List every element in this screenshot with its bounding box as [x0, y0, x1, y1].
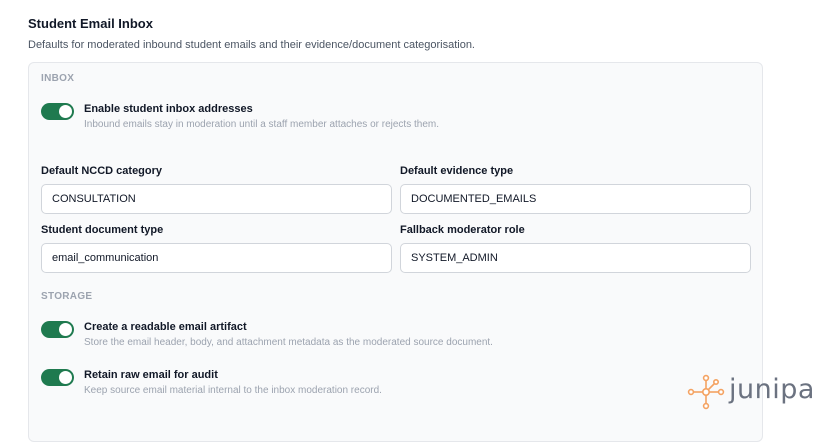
email-artifact-toggle[interactable]	[41, 321, 74, 338]
evidence-type-label: Default evidence type	[400, 165, 514, 177]
document-type-input[interactable]	[41, 243, 392, 273]
moderator-role-label: Fallback moderator role	[400, 224, 525, 236]
nccd-category-label: Default NCCD category	[41, 165, 163, 177]
enable-inbox-toggle[interactable]	[41, 103, 74, 120]
retain-raw-email-description: Keep source email material internal to t…	[84, 385, 382, 396]
evidence-type-input[interactable]	[400, 184, 751, 214]
brand-name: junipa	[729, 374, 815, 405]
section-label-inbox: INBOX	[41, 73, 75, 84]
email-artifact-label: Create a readable email artifact	[84, 321, 247, 333]
enable-inbox-label: Enable student inbox addresses	[84, 103, 253, 115]
page-subtitle: Defaults for moderated inbound student e…	[28, 39, 475, 51]
network-nodes-icon	[687, 374, 725, 410]
settings-panel: INBOX Enable student inbox addresses Inb…	[28, 62, 763, 442]
enable-inbox-description: Inbound emails stay in moderation until …	[84, 119, 439, 130]
toggle-knob	[59, 105, 72, 118]
nccd-category-input[interactable]	[41, 184, 392, 214]
retain-raw-email-label: Retain raw email for audit	[84, 369, 218, 381]
email-artifact-description: Store the email header, body, and attach…	[84, 337, 493, 348]
moderator-role-input[interactable]	[400, 243, 751, 273]
document-type-label: Student document type	[41, 224, 164, 236]
page-title: Student Email Inbox	[28, 16, 153, 31]
toggle-knob	[59, 323, 72, 336]
retain-raw-email-toggle[interactable]	[41, 369, 74, 386]
brand-logo: junipa	[687, 374, 814, 410]
section-label-storage: STORAGE	[41, 291, 93, 302]
toggle-knob	[59, 371, 72, 384]
